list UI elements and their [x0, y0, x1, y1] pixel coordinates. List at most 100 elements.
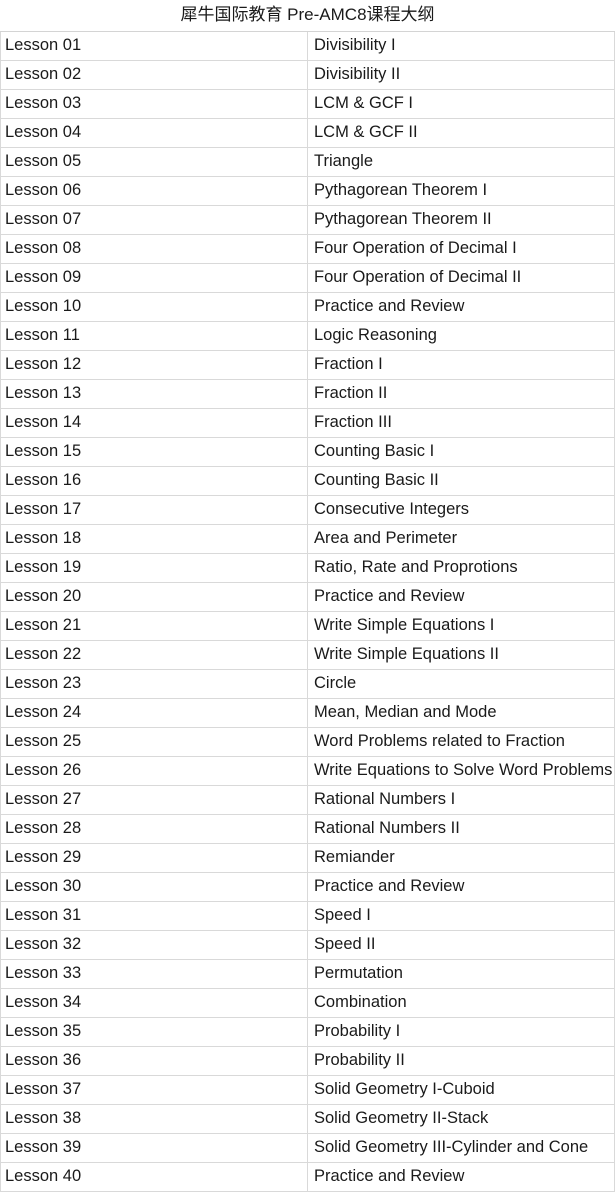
lesson-topic-cell: Solid Geometry III-Cylinder and Cone: [307, 1133, 615, 1163]
lesson-number-cell: Lesson 26: [0, 756, 308, 786]
table-row: Lesson 17 Consecutive Integers: [0, 495, 615, 525]
table-row: Lesson 35 Probability I: [0, 1017, 615, 1047]
lesson-topic-cell: Probability I: [307, 1017, 615, 1047]
page-title: 犀牛国际教育 Pre-AMC8课程大纲: [0, 0, 615, 32]
table-row: Lesson 19 Ratio, Rate and Proprotions: [0, 553, 615, 583]
lesson-number-cell: Lesson 02: [0, 60, 308, 90]
lesson-number-cell: Lesson 23: [0, 669, 308, 699]
table-row: Lesson 07 Pythagorean Theorem II: [0, 205, 615, 235]
table-row: Lesson 09 Four Operation of Decimal II: [0, 263, 615, 293]
table-row: Lesson 13 Fraction II: [0, 379, 615, 409]
lesson-topic-cell: Area and Perimeter: [307, 524, 615, 554]
lesson-topic-cell: Practice and Review: [307, 872, 615, 902]
table-row: Lesson 11 Logic Reasoning: [0, 321, 615, 351]
table-row: Lesson 02 Divisibility II: [0, 60, 615, 90]
lesson-number-cell: Lesson 13: [0, 379, 308, 409]
lesson-number-cell: Lesson 31: [0, 901, 308, 931]
lesson-topic-cell: Fraction I: [307, 350, 615, 380]
lesson-topic-cell: Probability II: [307, 1046, 615, 1076]
lesson-topic-cell: Write Simple Equations II: [307, 640, 615, 670]
lesson-number-cell: Lesson 25: [0, 727, 308, 757]
lesson-topic-cell: Divisibility I: [307, 31, 615, 61]
lesson-topic-cell: Permutation: [307, 959, 615, 989]
lesson-topic-cell: Divisibility II: [307, 60, 615, 90]
table-row: Lesson 10 Practice and Review: [0, 292, 615, 322]
lesson-topic-cell: Mean, Median and Mode: [307, 698, 615, 728]
table-row: Lesson 33 Permutation: [0, 959, 615, 989]
lesson-topic-cell: LCM & GCF I: [307, 89, 615, 119]
lesson-number-cell: Lesson 04: [0, 118, 308, 148]
lesson-number-cell: Lesson 15: [0, 437, 308, 467]
lesson-number-cell: Lesson 29: [0, 843, 308, 873]
lesson-topic-cell: Solid Geometry II-Stack: [307, 1104, 615, 1134]
lesson-number-cell: Lesson 24: [0, 698, 308, 728]
syllabus-table-body: 犀牛国际教育 Pre-AMC8课程大纲 Lesson 01 Divisibilit…: [0, 0, 615, 1192]
lesson-number-cell: Lesson 11: [0, 321, 308, 351]
table-row: Lesson 16 Counting Basic II: [0, 466, 615, 496]
table-row: Lesson 25 Word Problems related to Fracti…: [0, 727, 615, 757]
lesson-topic-cell: Counting Basic II: [307, 466, 615, 496]
lesson-number-cell: Lesson 10: [0, 292, 308, 322]
lesson-topic-cell: LCM & GCF II: [307, 118, 615, 148]
table-row: Lesson 01 Divisibility I: [0, 31, 615, 61]
table-row: Lesson 28 Rational Numbers II: [0, 814, 615, 844]
lesson-number-cell: Lesson 06: [0, 176, 308, 206]
lesson-number-cell: Lesson 17: [0, 495, 308, 525]
lesson-topic-cell: Write Equations to Solve Word Problems: [307, 756, 615, 786]
table-row: Lesson 38 Solid Geometry II-Stack: [0, 1104, 615, 1134]
table-row: Lesson 30 Practice and Review: [0, 872, 615, 902]
lesson-topic-cell: Fraction III: [307, 408, 615, 438]
table-row: Lesson 26 Write Equations to Solve Word P…: [0, 756, 615, 786]
table-row: Lesson 08 Four Operation of Decimal I: [0, 234, 615, 264]
table-row: Lesson 12 Fraction I: [0, 350, 615, 380]
lesson-number-cell: Lesson 16: [0, 466, 308, 496]
lesson-number-cell: Lesson 09: [0, 263, 308, 293]
table-row: Lesson 18 Area and Perimeter: [0, 524, 615, 554]
lesson-topic-cell: Combination: [307, 988, 615, 1018]
table-row: Lesson 40 Practice and Review: [0, 1162, 615, 1192]
lesson-topic-cell: Consecutive Integers: [307, 495, 615, 525]
lesson-topic-cell: Solid Geometry I-Cuboid: [307, 1075, 615, 1105]
lesson-topic-cell: Word Problems related to Fraction: [307, 727, 615, 757]
lesson-number-cell: Lesson 27: [0, 785, 308, 815]
lesson-topic-cell: Counting Basic I: [307, 437, 615, 467]
table-row: Lesson 04 LCM & GCF II: [0, 118, 615, 148]
table-row: Lesson 21 Write Simple Equations I: [0, 611, 615, 641]
table-row: Lesson 39 Solid Geometry III-Cylinder and…: [0, 1133, 615, 1163]
table-row: Lesson 03 LCM & GCF I: [0, 89, 615, 119]
table-row: Lesson 29 Remiander: [0, 843, 615, 873]
lesson-number-cell: Lesson 35: [0, 1017, 308, 1047]
table-row: Lesson 14 Fraction III: [0, 408, 615, 438]
lesson-topic-cell: Triangle: [307, 147, 615, 177]
lesson-number-cell: Lesson 12: [0, 350, 308, 380]
table-row: Lesson 23 Circle: [0, 669, 615, 699]
lesson-number-cell: Lesson 38: [0, 1104, 308, 1134]
lesson-topic-cell: Fraction II: [307, 379, 615, 409]
lesson-number-cell: Lesson 14: [0, 408, 308, 438]
lesson-number-cell: Lesson 34: [0, 988, 308, 1018]
lesson-number-cell: Lesson 03: [0, 89, 308, 119]
table-row: Lesson 22 Write Simple Equations II: [0, 640, 615, 670]
lesson-topic-cell: Pythagorean Theorem I: [307, 176, 615, 206]
table-row: Lesson 34 Combination: [0, 988, 615, 1018]
lesson-topic-cell: Circle: [307, 669, 615, 699]
lesson-number-cell: Lesson 01: [0, 31, 308, 61]
syllabus-title-row: 犀牛国际教育 Pre-AMC8课程大纲: [0, 0, 615, 32]
table-row: Lesson 27 Rational Numbers I: [0, 785, 615, 815]
lesson-topic-cell: Logic Reasoning: [307, 321, 615, 351]
table-row: Lesson 37 Solid Geometry I-Cuboid: [0, 1075, 615, 1105]
lesson-topic-cell: Rational Numbers I: [307, 785, 615, 815]
lesson-topic-cell: Four Operation of Decimal I: [307, 234, 615, 264]
lesson-number-cell: Lesson 28: [0, 814, 308, 844]
lesson-topic-cell: Four Operation of Decimal II: [307, 263, 615, 293]
lesson-number-cell: Lesson 36: [0, 1046, 308, 1076]
lesson-number-cell: Lesson 32: [0, 930, 308, 960]
lesson-topic-cell: Pythagorean Theorem II: [307, 205, 615, 235]
table-row: Lesson 15 Counting Basic I: [0, 437, 615, 467]
lesson-topic-cell: Speed I: [307, 901, 615, 931]
syllabus-table: 犀牛国际教育 Pre-AMC8课程大纲 Lesson 01 Divisibilit…: [0, 0, 615, 1192]
lesson-topic-cell: Practice and Review: [307, 1162, 615, 1192]
lesson-number-cell: Lesson 33: [0, 959, 308, 989]
lesson-topic-cell: Practice and Review: [307, 582, 615, 612]
lesson-number-cell: Lesson 40: [0, 1162, 308, 1192]
